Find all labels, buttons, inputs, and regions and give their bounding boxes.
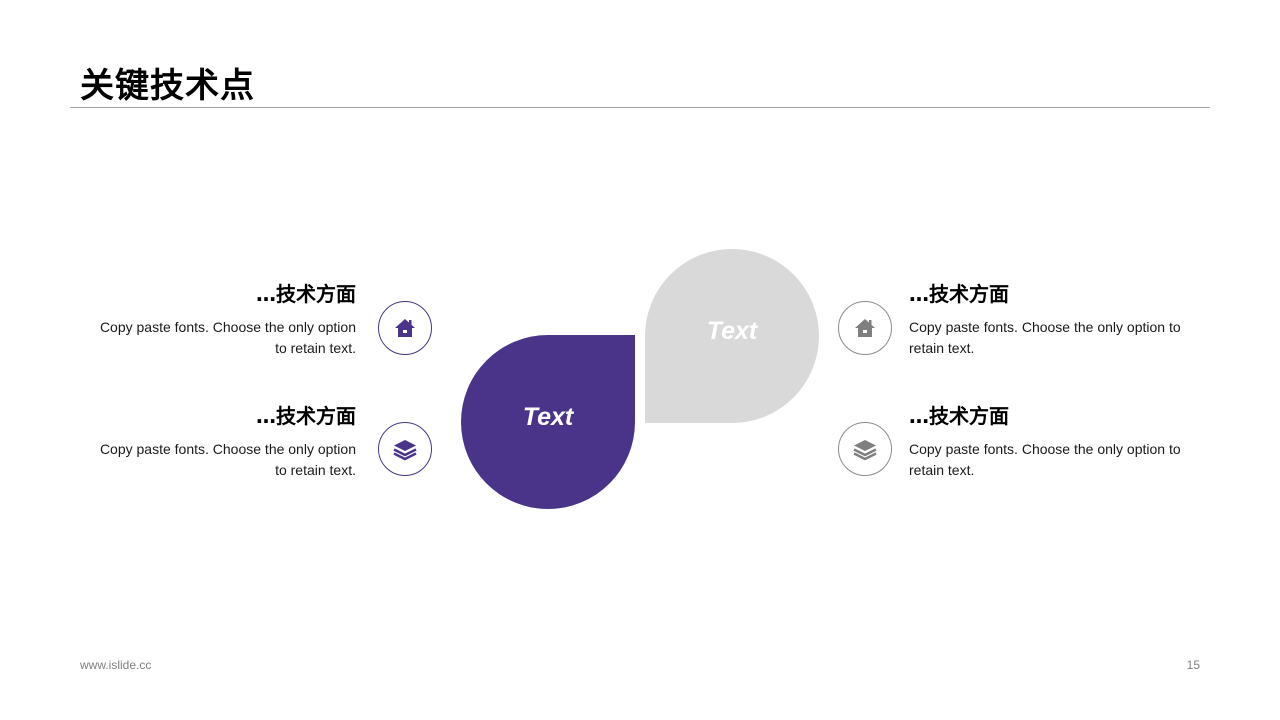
purple-drop: Text bbox=[461, 335, 635, 509]
slide: 关键技术点 …技术方面 Copy paste fonts. Choose the… bbox=[0, 0, 1280, 720]
right-item-top: …技术方面 Copy paste fonts. Choose the only … bbox=[909, 281, 1199, 359]
home-icon bbox=[395, 319, 415, 337]
right-bottom-icon-circle bbox=[838, 422, 892, 476]
left-item-top: …技术方面 Copy paste fonts. Choose the only … bbox=[86, 281, 356, 359]
home-icon bbox=[855, 319, 875, 337]
purple-drop-label: Text bbox=[522, 403, 574, 431]
title-divider bbox=[70, 107, 1210, 108]
item-heading: …技术方面 bbox=[256, 282, 356, 306]
item-heading: …技术方面 bbox=[256, 404, 356, 428]
item-body: Copy paste fonts. Choose the only option… bbox=[99, 441, 356, 478]
item-heading: …技术方面 bbox=[909, 282, 1009, 306]
page-number: 15 bbox=[1186, 658, 1200, 672]
right-item-bottom: …技术方面 Copy paste fonts. Choose the only … bbox=[909, 403, 1199, 481]
layers-icon bbox=[393, 440, 417, 461]
gray-drop-label: Text bbox=[706, 317, 758, 345]
footer-url: www.islide.cc bbox=[80, 658, 152, 672]
left-bottom-icon-circle bbox=[378, 422, 432, 476]
item-body: Copy paste fonts. Choose the only option… bbox=[909, 319, 1181, 356]
layers-icon bbox=[853, 440, 877, 461]
right-top-icon-circle bbox=[838, 301, 892, 355]
page-title: 关键技术点 bbox=[80, 66, 255, 106]
left-top-icon-circle bbox=[378, 301, 432, 355]
item-heading: …技术方面 bbox=[909, 404, 1009, 428]
item-body: Copy paste fonts. Choose the only option… bbox=[909, 441, 1181, 478]
item-body: Copy paste fonts. Choose the only option… bbox=[99, 319, 356, 356]
left-item-bottom: …技术方面 Copy paste fonts. Choose the only … bbox=[86, 403, 356, 481]
gray-drop: Text bbox=[645, 249, 819, 423]
